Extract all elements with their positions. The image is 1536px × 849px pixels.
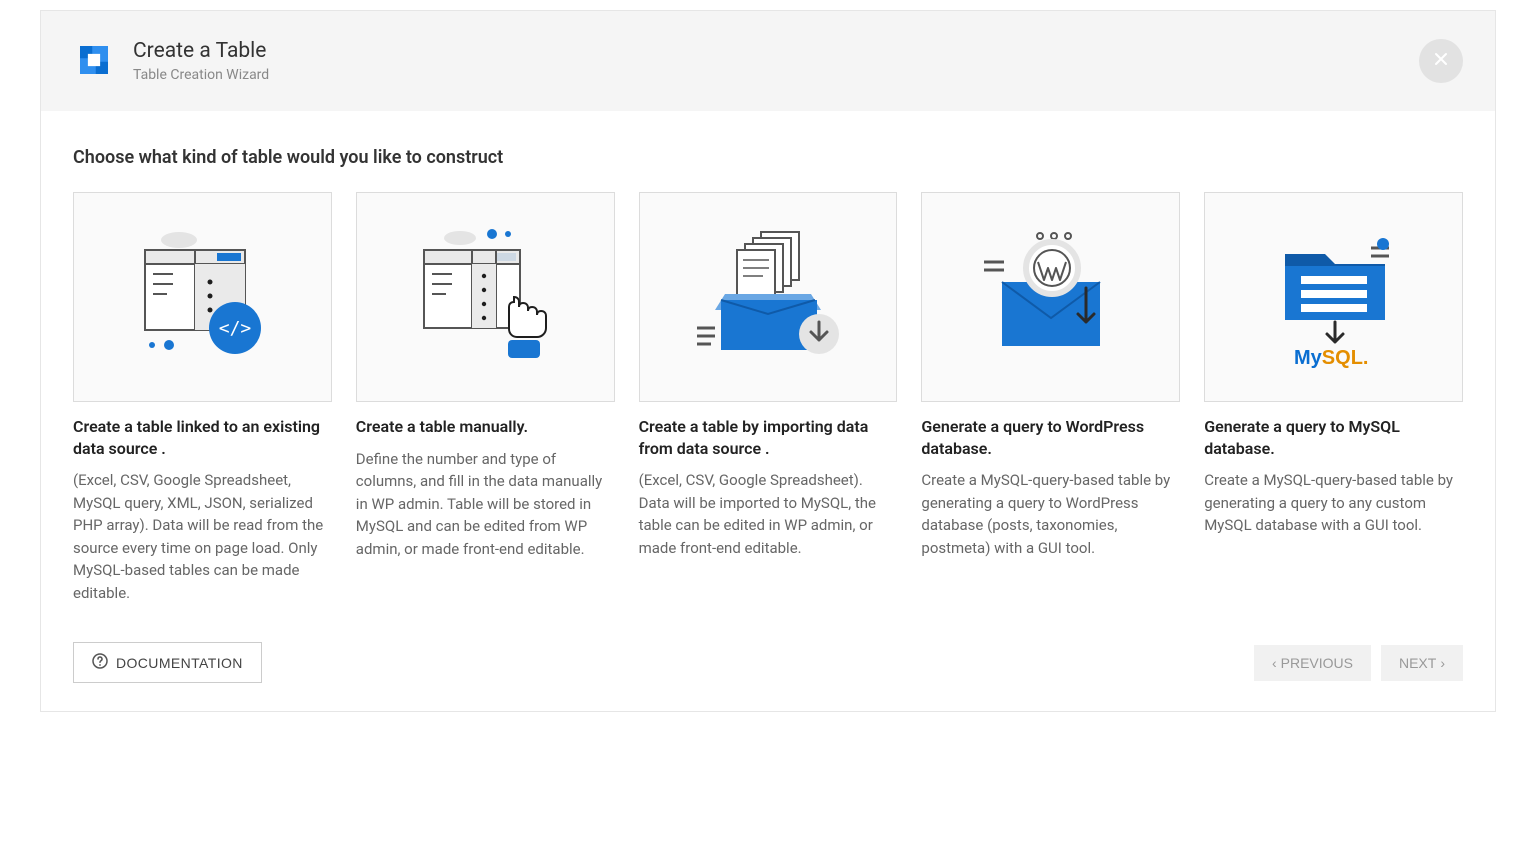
wizard-header: Create a Table Table Creation Wizard bbox=[41, 11, 1495, 111]
option-desc: (Excel, CSV, Google Spreadsheet, MySQL q… bbox=[73, 469, 332, 604]
wizard-panel: Create a Table Table Creation Wizard Cho… bbox=[40, 10, 1496, 712]
option-desc: Create a MySQL-query-based table by gene… bbox=[1204, 469, 1463, 537]
documentation-label: DOCUMENTATION bbox=[116, 655, 243, 671]
options-row: </> Create a table linked to an existing… bbox=[73, 192, 1463, 604]
wizard-prompt: Choose what kind of table would you like… bbox=[73, 147, 1463, 168]
option-desc: (Excel, CSV, Google Spreadsheet). Data w… bbox=[639, 469, 898, 559]
import-icon bbox=[683, 210, 853, 384]
wizard-footer: DOCUMENTATION ‹ PREVIOUS NEXT › bbox=[41, 628, 1495, 711]
option-import-card[interactable] bbox=[639, 192, 898, 402]
option-import: Create a table by importing data from da… bbox=[639, 192, 898, 604]
option-title: Generate a query to WordPress database. bbox=[921, 416, 1180, 459]
help-icon bbox=[92, 653, 108, 672]
option-wp-query: Generate a query to WordPress database. … bbox=[921, 192, 1180, 604]
option-wp-query-card[interactable] bbox=[921, 192, 1180, 402]
close-button[interactable] bbox=[1419, 39, 1463, 83]
previous-label: PREVIOUS bbox=[1281, 655, 1353, 671]
chevron-left-icon: ‹ bbox=[1272, 655, 1277, 671]
option-title: Create a table linked to an existing dat… bbox=[73, 416, 332, 459]
documentation-button[interactable]: DOCUMENTATION bbox=[73, 642, 262, 683]
close-icon bbox=[1433, 51, 1449, 71]
nav-buttons: ‹ PREVIOUS NEXT › bbox=[1254, 645, 1463, 681]
option-manual-card[interactable] bbox=[356, 192, 615, 402]
wizard-header-text: Create a Table Table Creation Wizard bbox=[133, 39, 269, 83]
option-mysql-query-card[interactable]: MySQL. bbox=[1204, 192, 1463, 402]
option-title: Create a table by importing data from da… bbox=[639, 416, 898, 459]
previous-button[interactable]: ‹ PREVIOUS bbox=[1254, 645, 1371, 681]
wizard-title: Create a Table bbox=[133, 39, 269, 63]
next-label: NEXT bbox=[1399, 655, 1436, 671]
linked-source-icon: </> bbox=[117, 210, 287, 384]
option-manual: Create a table manually. Define the numb… bbox=[356, 192, 615, 604]
option-mysql-query: MySQL. Generate a query to MySQL databas… bbox=[1204, 192, 1463, 604]
wordpress-icon bbox=[966, 210, 1136, 384]
option-desc: Create a MySQL-query-based table by gene… bbox=[921, 469, 1180, 559]
option-desc: Define the number and type of columns, a… bbox=[356, 448, 615, 561]
next-button[interactable]: NEXT › bbox=[1381, 645, 1463, 681]
chevron-right-icon: › bbox=[1440, 655, 1445, 671]
manual-icon bbox=[400, 210, 570, 384]
wizard-subtitle: Table Creation Wizard bbox=[133, 67, 269, 83]
option-title: Create a table manually. bbox=[356, 416, 615, 438]
option-linked-source-card[interactable]: </> bbox=[73, 192, 332, 402]
svg-text:MySQL.: MySQL. bbox=[1294, 347, 1368, 369]
svg-text:</>: </> bbox=[219, 318, 252, 339]
option-title: Generate a query to MySQL database. bbox=[1204, 416, 1463, 459]
wizard-body: Choose what kind of table would you like… bbox=[41, 111, 1495, 628]
mysql-icon: MySQL. bbox=[1249, 210, 1419, 384]
option-linked-source: </> Create a table linked to an existing… bbox=[73, 192, 332, 604]
app-logo-icon bbox=[73, 39, 115, 81]
